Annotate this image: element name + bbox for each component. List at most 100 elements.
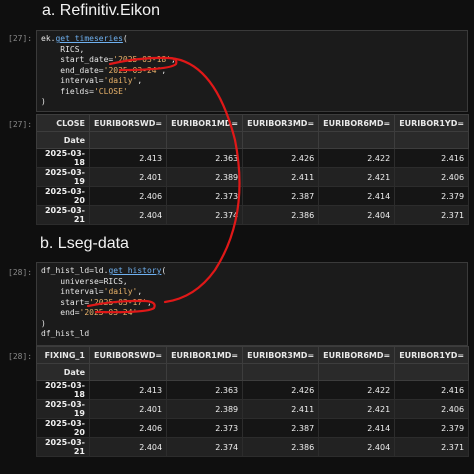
table-row: 2025-03-18 2.413 2.363 2.426 2.422 2.416: [36, 380, 470, 400]
code-editor-2[interactable]: df_hist_ld=ld.get_history( universe=RICS…: [37, 263, 467, 343]
out1-prompt: [27]:: [8, 120, 33, 129]
column-header: EURIBOR3MD=: [242, 114, 320, 132]
cell-value: 2.414: [318, 418, 396, 438]
code-text: ,: [161, 65, 167, 75]
index-name: Date: [36, 131, 90, 149]
cell-value: 2.411: [242, 167, 320, 187]
column-header: EURIBOR1MD=: [166, 346, 244, 364]
cell-value: 2.421: [318, 167, 396, 187]
empty-header: [318, 363, 396, 381]
index-name-row: Date: [36, 363, 470, 381]
code-cell-1[interactable]: ek.get_timeseries( RICS, start_date='202…: [36, 30, 468, 112]
cell-value: 2.371: [394, 437, 470, 457]
row-date: 2025-03-21: [36, 205, 90, 225]
table-row: 2025-03-20 2.406 2.373 2.387 2.414 2.379: [36, 418, 470, 438]
cell-value: 2.426: [242, 148, 320, 168]
index-name: Date: [36, 363, 90, 381]
row-date: 2025-03-20: [36, 418, 90, 438]
cell-value: 2.386: [242, 437, 320, 457]
empty-header: [166, 363, 244, 381]
table-row: 2025-03-21 2.404 2.374 2.386 2.404 2.371: [36, 437, 470, 457]
cell-value: 2.404: [88, 205, 168, 225]
cell-value: 2.371: [394, 205, 470, 225]
cell2-prompt: [28]:: [8, 268, 33, 277]
cell-value: 2.401: [88, 167, 168, 187]
cell-value: 2.404: [318, 205, 396, 225]
cell-value: 2.406: [394, 399, 470, 419]
code-text: start=: [41, 297, 90, 307]
column-header: EURIBOR1MD=: [166, 114, 244, 132]
cell-value: 2.387: [242, 418, 320, 438]
cell-value: 2.379: [394, 418, 470, 438]
column-header: EURIBOR3MD=: [242, 346, 320, 364]
empty-header: [166, 131, 244, 149]
row-date: 2025-03-19: [36, 167, 90, 187]
cell-value: 2.374: [166, 205, 244, 225]
cell-value: 2.363: [166, 148, 244, 168]
code-text: interval=: [41, 287, 104, 296]
column-header: EURIBORSWD=: [88, 346, 168, 364]
row-date: 2025-03-18: [36, 148, 90, 168]
cell-value: 2.422: [318, 380, 396, 400]
code-text: start_date=: [41, 55, 114, 64]
cell-value: 2.374: [166, 437, 244, 457]
string-literal: 'CLOSE': [93, 86, 128, 96]
code-text: ,: [137, 76, 143, 85]
column-corner: FIXING_1: [36, 346, 90, 364]
column-header: EURIBOR6MD=: [318, 346, 396, 364]
string-literal: 'daily': [103, 287, 138, 296]
column-header: EURIBOR1YD=: [394, 114, 470, 132]
code-text: end_date=: [41, 65, 104, 75]
code-editor-1[interactable]: ek.get_timeseries( RICS, start_date='202…: [37, 31, 467, 111]
string-literal: 'daily': [103, 76, 138, 85]
table-row: 2025-03-20 2.406 2.373 2.387 2.414 2.379: [36, 186, 470, 206]
cell-value: 2.422: [318, 148, 396, 168]
code-text: ek.: [41, 34, 56, 43]
header-row: CLOSE EURIBORSWD= EURIBOR1MD= EURIBOR3MD…: [36, 114, 470, 132]
code-text: df_hist_ld: [41, 329, 90, 338]
empty-header: [242, 363, 320, 381]
section-a-title: a. Refinitiv.Eikon: [42, 2, 160, 19]
cell-value: 2.414: [318, 186, 396, 206]
cell-value: 2.411: [242, 399, 320, 419]
row-date: 2025-03-18: [36, 380, 90, 400]
cell-value: 2.379: [394, 186, 470, 206]
cell-value: 2.406: [88, 186, 168, 206]
table-row: 2025-03-19 2.401 2.389 2.411 2.421 2.406: [36, 399, 470, 419]
cell-value: 2.363: [166, 380, 244, 400]
code-text: end=: [41, 308, 80, 317]
column-corner: CLOSE: [36, 114, 90, 132]
row-date: 2025-03-20: [36, 186, 90, 206]
empty-header: [394, 131, 470, 149]
code-text: ,: [146, 297, 152, 307]
cell-value: 2.413: [88, 148, 168, 168]
code-text: universe=RICS,: [41, 276, 128, 286]
section-b-title: b. Lseg-data: [40, 235, 129, 252]
code-text: df_hist_ld=ld.: [41, 266, 109, 275]
cell-value: 2.401: [88, 399, 168, 419]
code-cell-2[interactable]: df_hist_ld=ld.get_history( universe=RICS…: [36, 262, 468, 346]
string-literal: '2025-03-24': [103, 65, 162, 75]
cell-value: 2.421: [318, 399, 396, 419]
empty-header: [318, 131, 396, 149]
code-text: (: [122, 34, 128, 43]
cell-value: 2.416: [394, 148, 470, 168]
cell-value: 2.416: [394, 380, 470, 400]
code-text: interval=: [41, 76, 104, 85]
table-row: 2025-03-19 2.401 2.389 2.411 2.421 2.406: [36, 167, 470, 187]
cell-value: 2.386: [242, 205, 320, 225]
empty-header: [394, 363, 470, 381]
cell-value: 2.406: [88, 418, 168, 438]
cell-value: 2.373: [166, 186, 244, 206]
cell-value: 2.406: [394, 167, 470, 187]
cell-value: 2.373: [166, 418, 244, 438]
cell-value: 2.389: [166, 399, 244, 419]
table-row: 2025-03-18 2.413 2.363 2.426 2.422 2.416: [36, 148, 470, 168]
function-call: get_history: [108, 266, 162, 275]
empty-header: [88, 131, 168, 149]
table-row: 2025-03-21 2.404 2.374 2.386 2.404 2.371: [36, 205, 470, 225]
code-text: (: [161, 266, 167, 275]
string-literal: '2025-03-18': [113, 55, 172, 64]
cell1-prompt: [27]:: [8, 34, 33, 43]
cell-value: 2.404: [318, 437, 396, 457]
